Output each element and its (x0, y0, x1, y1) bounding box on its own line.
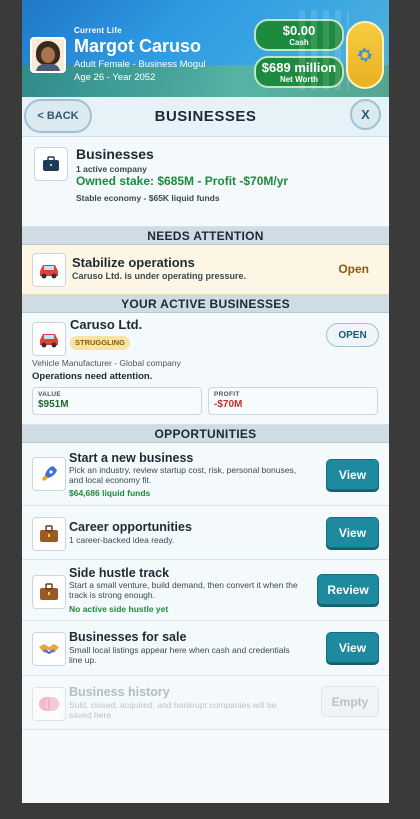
avatar[interactable] (30, 37, 66, 73)
summary-stake: Owned stake: $685M - Profit -$70M/yr (76, 174, 289, 188)
cash-value: $0.00 (282, 23, 316, 38)
profit-label: PROFIT (214, 391, 240, 398)
opportunity-note: No active side hustle yet (69, 604, 169, 614)
character-role: Adult Female - Business Mogul (74, 59, 206, 70)
opportunity-title: Business history (69, 685, 170, 699)
settings-button[interactable] (346, 21, 384, 89)
life-caption: Current Life (74, 26, 122, 35)
briefcase-icon (32, 575, 66, 609)
opportunity-for-sale: Businesses for sale Small local listings… (22, 621, 389, 676)
business-card: Caruso Ltd. STRUGGLING OPEN Vehicle Manu… (22, 313, 389, 425)
opportunity-title: Start a new business (69, 451, 194, 465)
summary-economy: Stable economy - $65K liquid funds (76, 193, 220, 203)
net-worth-value: $689 million (261, 60, 337, 75)
opportunity-desc: Start a small venture, build demand, the… (69, 580, 298, 600)
page-title: BUSINESSES (154, 108, 257, 125)
section-active-businesses: YOUR ACTIVE BUSINESSES (22, 295, 389, 313)
briefcase-icon (32, 517, 66, 551)
opportunity-title: Businesses for sale (69, 630, 187, 644)
attention-desc: Caruso Ltd. is under operating pressure. (72, 271, 247, 281)
character-info: Current Life Margot Caruso Adult Female … (74, 26, 205, 83)
opportunity-career: Career opportunities 1 career-backed ide… (22, 506, 389, 560)
empty-history-button: Empty (321, 686, 379, 717)
cash-label: Cash (289, 38, 309, 47)
attention-title: Stabilize operations (72, 255, 195, 270)
business-type: Vehicle Manufacturer - Global company (32, 358, 181, 368)
opportunity-desc: Small local listings appear here when ca… (69, 645, 290, 665)
car-icon (32, 322, 66, 356)
phone-screen: Current Life Margot Caruso Adult Female … (22, 0, 389, 803)
view-for-sale-button[interactable]: View (326, 632, 379, 663)
review-side-hustle-button[interactable]: Review (317, 574, 379, 605)
gear-icon (357, 48, 373, 62)
profit-stat: PROFIT -$70M (208, 387, 378, 415)
opportunity-history: Business history Sold, closed, acquired,… (22, 676, 389, 730)
value-stat: VALUE $951M (32, 387, 202, 415)
attention-open-link[interactable]: Open (338, 262, 369, 276)
character-age: Age 26 - Year 2052 (74, 72, 156, 83)
rocket-icon (32, 457, 66, 491)
net-worth-label: Net Worth (279, 75, 319, 84)
car-icon (32, 253, 66, 287)
open-business-button[interactable]: OPEN (326, 323, 379, 347)
opportunity-desc: 1 career-backed idea ready. (69, 535, 175, 545)
handshake-icon (32, 632, 66, 666)
briefcase-icon (34, 147, 68, 181)
value-label: VALUE (38, 391, 62, 398)
value-amount: $951M (38, 399, 69, 410)
attention-item[interactable]: Stabilize operations Caruso Ltd. is unde… (22, 245, 389, 295)
opportunity-desc: Pick an industry, review startup cost, r… (69, 465, 297, 485)
view-new-business-button[interactable]: View (326, 459, 379, 490)
summary-count: 1 active company (76, 164, 147, 174)
opportunity-title: Career opportunities (69, 520, 192, 534)
brain-icon (32, 687, 66, 721)
title-bar: < BACK BUSINESSES X (22, 97, 389, 137)
section-opportunities: OPPORTUNITIES (22, 425, 389, 443)
opportunity-side-hustle: Side hustle track Start a small venture,… (22, 560, 389, 621)
cash-pill[interactable]: $0.00 Cash (254, 19, 344, 51)
businesses-summary: Businesses 1 active company Owned stake:… (22, 137, 389, 227)
business-ops-status: Operations need attention. (32, 371, 153, 382)
character-name: Margot Caruso (74, 36, 202, 56)
status-badge: STRUGGLING (70, 336, 130, 350)
opportunity-desc: Sold, closed, acquired, and bankrupt com… (69, 700, 277, 720)
net-worth-pill[interactable]: $689 million Net Worth (254, 56, 344, 88)
close-button[interactable]: X (350, 99, 381, 130)
opportunity-title: Side hustle track (69, 566, 170, 580)
opportunity-new-business: Start a new business Pick an industry, r… (22, 443, 389, 506)
view-career-button[interactable]: View (326, 517, 379, 548)
profit-amount: -$70M (214, 399, 243, 410)
summary-title: Businesses (76, 146, 154, 162)
section-needs-attention: NEEDS ATTENTION (22, 227, 389, 245)
business-name: Caruso Ltd. (70, 317, 143, 332)
opportunity-note: $64,686 liquid funds (69, 488, 151, 498)
life-header: Current Life Margot Caruso Adult Female … (22, 0, 389, 97)
